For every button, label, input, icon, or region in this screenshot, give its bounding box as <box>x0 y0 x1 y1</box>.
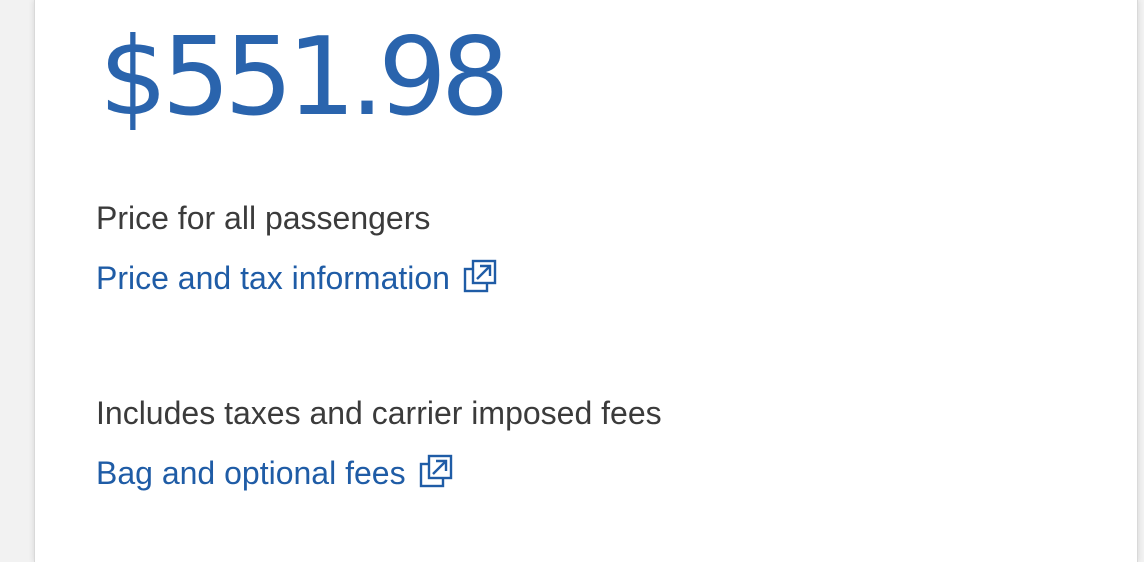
external-link-icon <box>418 453 454 489</box>
price-tax-info-link[interactable]: Price and tax information <box>96 258 498 298</box>
total-price: $551.98 <box>99 15 510 140</box>
price-tax-info-label: Price and tax information <box>96 260 450 296</box>
fees-note: Includes taxes and carrier imposed fees <box>96 395 662 431</box>
bag-optional-fees-label: Bag and optional fees <box>96 455 406 491</box>
price-note: Price for all passengers <box>96 200 431 236</box>
external-link-icon <box>462 258 498 294</box>
fare-summary-card: $551.98 Price for all passengers Price a… <box>34 0 1138 562</box>
bag-optional-fees-link[interactable]: Bag and optional fees <box>96 453 454 493</box>
